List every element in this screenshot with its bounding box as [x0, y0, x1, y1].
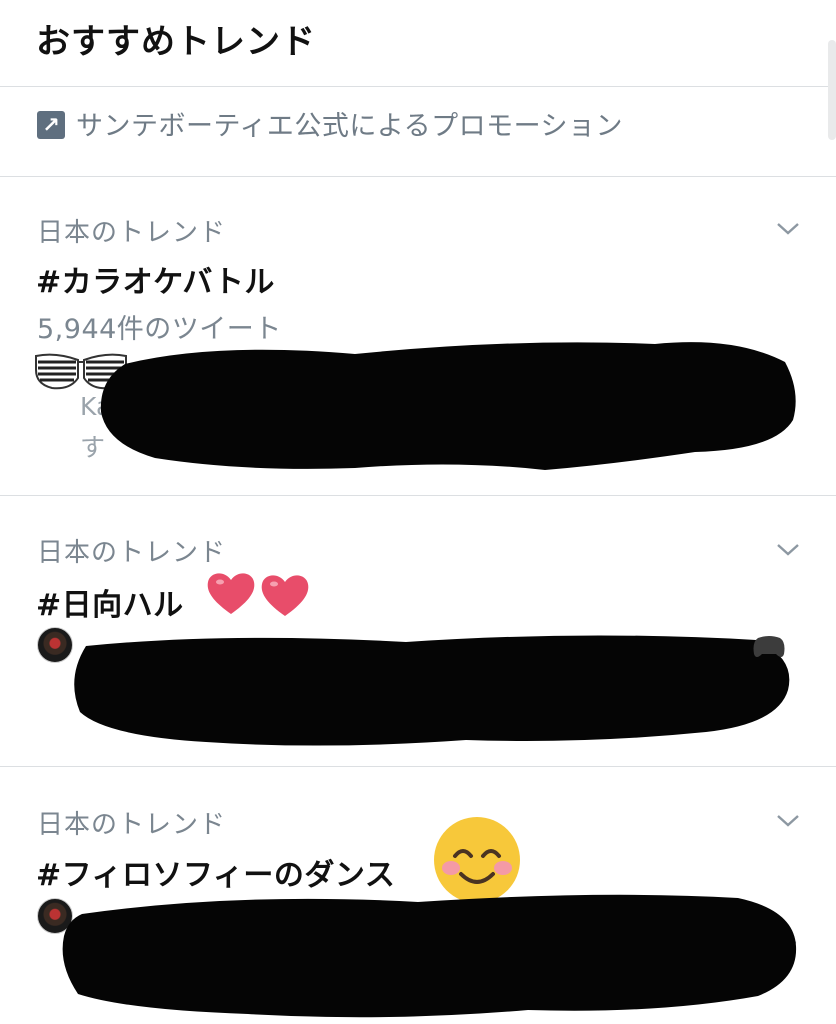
redaction-scribble: [62, 894, 797, 1018]
trends-header: おすすめトレンド: [0, 0, 836, 87]
trend-context: 日本のトレンド: [37, 218, 227, 248]
page-title: おすすめトレンド: [36, 22, 316, 62]
chevron-down-icon[interactable]: [776, 543, 800, 557]
promoted-arrow-icon: ↗: [37, 111, 65, 139]
chevron-down-icon[interactable]: [776, 814, 800, 828]
chevron-down-icon[interactable]: [776, 222, 800, 236]
trend-context: 日本のトレンド: [37, 538, 227, 568]
trend-context: 日本のトレンド: [37, 810, 227, 840]
hearts-sticker: [207, 573, 309, 616]
redaction-scribble: [100, 342, 796, 470]
redaction-scribble: [74, 635, 790, 746]
trend-name[interactable]: #カラオケバトル: [36, 257, 275, 301]
promotion-label[interactable]: サンテボーティエ公式によるプロモーション: [76, 104, 623, 143]
trend-name[interactable]: #日向ハル: [36, 580, 184, 624]
gamepad-icon: [753, 636, 785, 657]
